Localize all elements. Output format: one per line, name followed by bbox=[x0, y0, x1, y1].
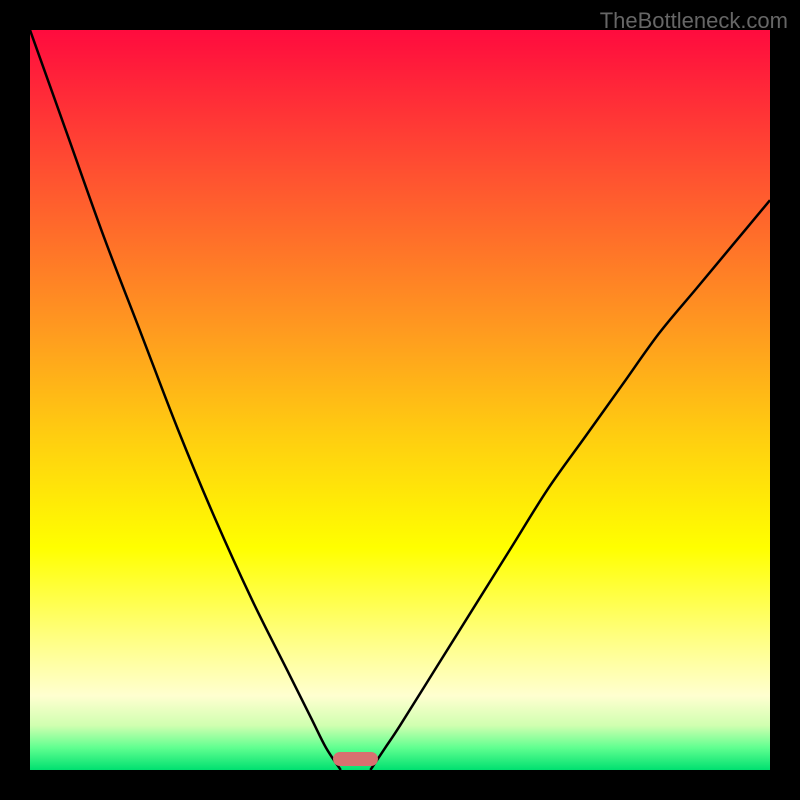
chart-frame bbox=[30, 30, 770, 770]
watermark-text: TheBottleneck.com bbox=[600, 8, 788, 34]
left-curve bbox=[30, 30, 341, 770]
curve-layer bbox=[30, 30, 770, 770]
minimum-marker bbox=[333, 752, 377, 767]
right-curve bbox=[370, 200, 770, 770]
plot-area bbox=[30, 30, 770, 770]
